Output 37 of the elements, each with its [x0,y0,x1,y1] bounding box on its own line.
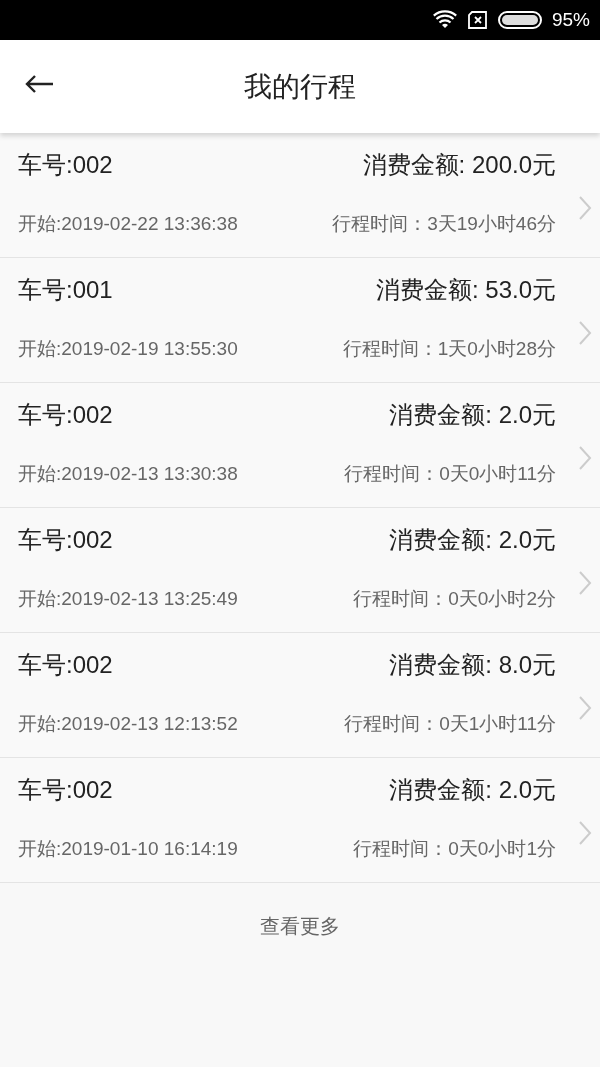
start-time: 开始:2019-02-19 13:55:30 [18,337,238,361]
amount: 消费金额: 53.0元 [375,275,556,305]
no-sim-icon [467,11,488,29]
chevron-icon [578,820,592,846]
start-time: 开始:2019-02-22 13:36:38 [18,212,238,236]
start-time: 开始:2019-02-13 12:13:52 [18,712,238,736]
trip-duration: 行程时间：0天0小时11分 [344,462,556,486]
car-number: 车号:002 [18,775,113,805]
chevron-icon [578,320,592,346]
trip-duration: 行程时间：0天0小时2分 [353,587,556,611]
car-number: 车号:002 [18,650,113,680]
car-number: 车号:002 [18,525,113,555]
wifi-icon [431,10,458,30]
page-title: 我的行程 [244,68,356,105]
amount: 消费金额: 200.0元 [362,150,556,180]
amount: 消费金额: 2.0元 [389,400,556,430]
battery-icon [497,11,542,29]
start-time: 开始:2019-02-13 13:25:49 [18,587,238,611]
car-number: 车号:002 [18,400,113,430]
trip-duration: 行程时间：3天19小时46分 [332,212,556,236]
start-time: 开始:2019-02-13 13:30:38 [18,462,238,486]
chevron-icon [578,570,592,596]
chevron-icon [578,695,592,721]
amount: 消费金额: 2.0元 [389,525,556,555]
amount: 消费金额: 8.0元 [389,650,556,680]
trip-duration: 行程时间：0天1小时11分 [344,712,556,736]
amount: 消费金额: 2.0元 [389,775,556,805]
view-more-link[interactable]: 查看更多 [260,913,340,940]
back-arrow-icon [24,74,54,94]
trip-duration: 行程时间：1天0小时28分 [342,337,556,361]
battery-percentage: 95% [551,9,590,31]
trip-duration: 行程时间：0天0小时1分 [353,837,556,861]
chevron-icon [578,195,592,221]
chevron-icon [578,445,592,471]
car-number: 车号:001 [18,275,113,305]
start-time: 开始:2019-01-10 16:14:19 [18,837,238,861]
car-number: 车号:002 [18,150,113,180]
